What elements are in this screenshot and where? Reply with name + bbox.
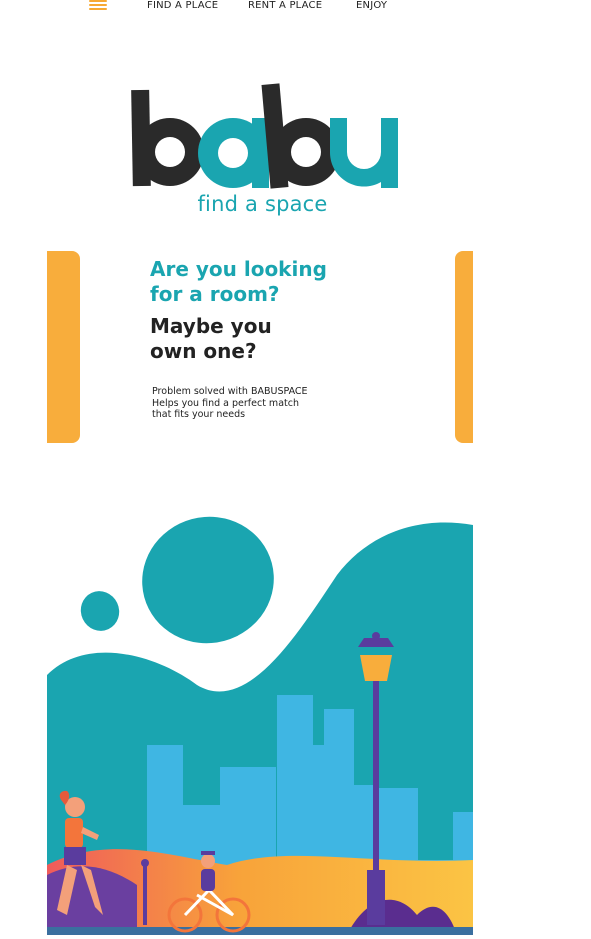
nav-rent-a-place[interactable]: RENT A PLACE: [248, 0, 322, 11]
description-line-2: Helps you find a perfect match: [152, 397, 299, 409]
hamburger-menu-icon[interactable]: [89, 0, 107, 10]
nav-enjoy[interactable]: ENJOY: [356, 0, 387, 11]
babu-logo: [130, 80, 400, 190]
hero-illustration: [47, 515, 473, 935]
small-lamp-top: [141, 859, 149, 867]
description: Problem solved with BABUSPACE Helps you …: [152, 386, 372, 421]
left-accent-bar: [47, 251, 80, 443]
nav-find-a-place[interactable]: FIND A PLACE: [147, 0, 218, 11]
description-line-1: Problem solved with BABUSPACE: [152, 386, 308, 397]
city-park-illustration: [47, 516, 473, 935]
top-nav: FIND A PLACE RENT A PLACE ENJOY: [0, 0, 591, 16]
subheadline: Maybe you own one?: [150, 314, 410, 364]
headline-question: Are you looking for a room?: [150, 257, 410, 307]
headline-line-2: for a room?: [150, 282, 280, 306]
description-line-3: that fits your needs: [152, 409, 246, 420]
babu-logo-mark: [131, 83, 398, 189]
logo-tagline: find a space: [197, 192, 328, 216]
subheadline-line-2: own one?: [150, 339, 257, 363]
teal-oval-shape: [142, 516, 274, 644]
teal-small-oval-shape: [80, 591, 120, 631]
subheadline-line-1: Maybe you: [150, 314, 272, 338]
headline-line-1: Are you looking: [150, 257, 327, 281]
ground-strip: [47, 927, 473, 935]
small-lamp-post: [143, 865, 147, 925]
right-accent-bar: [455, 251, 473, 443]
